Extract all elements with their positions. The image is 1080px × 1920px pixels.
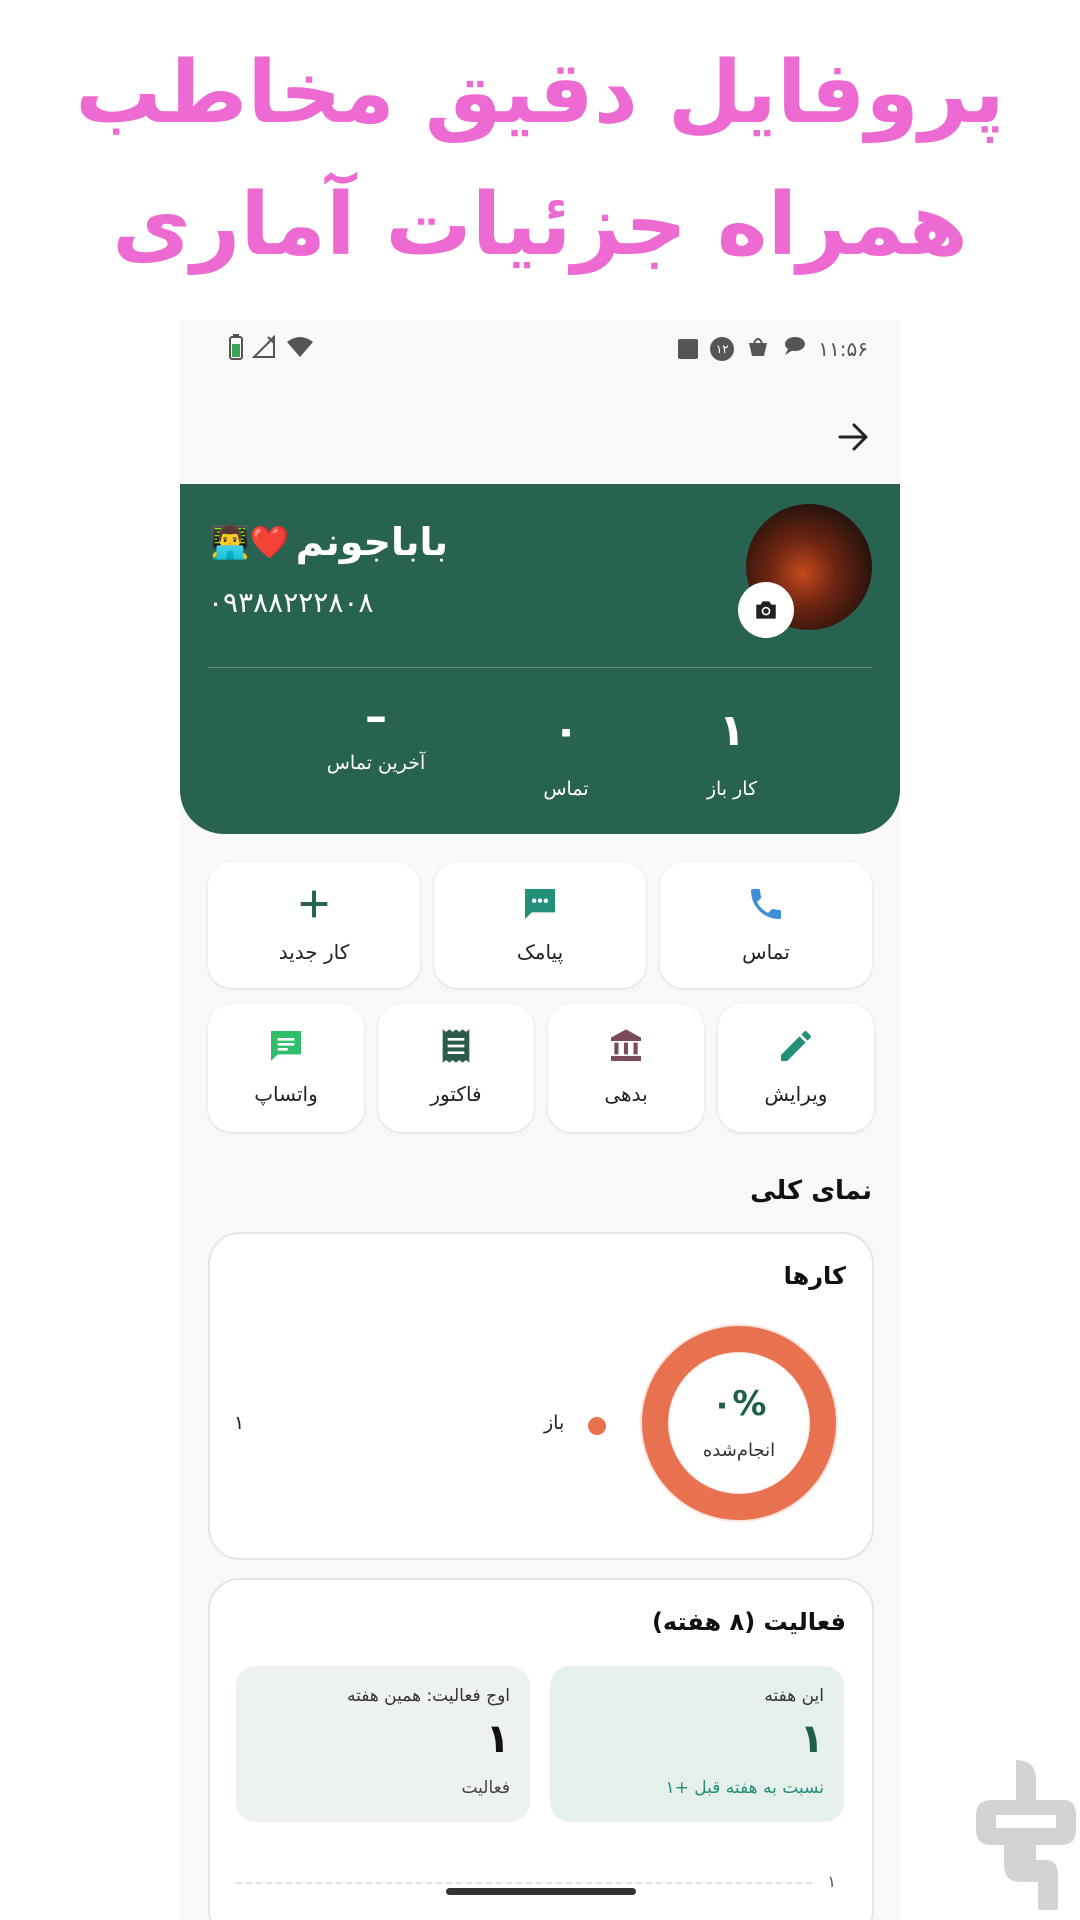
stat-calls: ۰ تماس [476, 705, 656, 801]
debt-button[interactable]: بدهی [548, 1004, 704, 1132]
receipt-icon [378, 1026, 534, 1070]
tasks-card: کارها ۰% انجام‌شده باز ۱ [208, 1232, 874, 1560]
peak-activity-title: اوج فعالیت: همین هفته [346, 1686, 510, 1706]
stat-value: ۰ [552, 705, 580, 756]
contact-header-card: باباجونم ❤️👨‍💻 ۰۹۳۸۸۲۲۲۸۰۸ ۱ کار باز ۰ ت… [180, 484, 900, 834]
stat-label: آخرین تماس [326, 752, 426, 774]
contact-name-row: باباجونم ❤️👨‍💻 [210, 520, 448, 564]
edit-button[interactable]: ویرایش [718, 1004, 874, 1132]
phone-screen: ۱۲ ۱۱:۵۶ باباجونم ❤️👨‍💻 ۰۹۳۸۸۲۲۲۸۰۸ [180, 320, 900, 1920]
whatsapp-icon [208, 1026, 364, 1070]
tasks-card-title: کارها [783, 1262, 846, 1290]
invoice-button-label: فاکتور [430, 1082, 482, 1106]
tasks-percent-label: انجام‌شده [702, 1440, 776, 1461]
activity-gridline [236, 1882, 812, 1884]
contact-name-emoji: ❤️👨‍💻 [210, 523, 290, 561]
status-icons-left [228, 334, 314, 365]
new-task-button-label: کار جدید [278, 940, 350, 964]
call-button[interactable]: تماس [660, 862, 872, 988]
wifi-icon [286, 336, 314, 363]
edit-button-label: ویرایش [764, 1082, 828, 1106]
sms-button-label: پیامک [516, 940, 564, 964]
debt-button-label: بدهی [604, 1082, 648, 1106]
overview-title: نمای کلی [750, 1176, 872, 1206]
legend-dot-open [588, 1417, 606, 1435]
status-bar: ۱۲ ۱۱:۵۶ [180, 320, 900, 380]
stop-icon [678, 338, 699, 359]
peak-activity-tile: اوج فعالیت: همین هفته ۱ فعالیت [236, 1666, 530, 1822]
plus-icon [208, 884, 420, 928]
whatsapp-button[interactable]: واتساپ [208, 1004, 364, 1132]
contact-name: باباجونم [295, 520, 449, 564]
whatsapp-button-label: واتساپ [254, 1082, 318, 1106]
stat-label: تماس [543, 778, 589, 800]
promo-title-line1: پروفایل دقیق مخاطب [75, 43, 1005, 143]
edit-icon [718, 1026, 874, 1070]
store-logo-icon [976, 1760, 1076, 1910]
phone-icon [660, 884, 872, 928]
activity-card: فعالیت (۸ هفته) این هفته ۱ نسبت به هفته … [208, 1578, 874, 1920]
header-divider [208, 667, 872, 668]
status-icons-right: ۱۲ ۱۱:۵۶ [678, 334, 868, 363]
contact-phone: ۰۹۳۸۸۲۲۲۸۰۸ [208, 586, 374, 619]
chat-icon [782, 335, 806, 362]
peak-activity-sub: فعالیت [461, 1778, 510, 1798]
camera-icon [756, 601, 776, 619]
this-week-value: ۱ [799, 1716, 824, 1762]
stat-last-call: – آخرین تماس [286, 691, 466, 775]
clock-time: ۱۱:۵۶ [818, 336, 868, 361]
back-arrow-icon[interactable] [836, 420, 870, 461]
legend-value-open: ۱ [234, 1412, 245, 1434]
no-signal-icon [251, 334, 278, 364]
this-week-title: این هفته [764, 1686, 824, 1706]
stat-value: ۱ [718, 705, 746, 756]
sms-button[interactable]: پیامک [434, 862, 646, 988]
battery-icon [228, 334, 244, 365]
legend-label-open: باز [544, 1412, 565, 1434]
stat-label: کار باز [706, 778, 758, 800]
peak-activity-value: ۱ [485, 1716, 510, 1762]
call-button-label: تماس [742, 940, 790, 964]
stat-value: – [365, 691, 387, 742]
home-indicator[interactable] [446, 1888, 636, 1895]
activity-card-title: فعالیت (۸ هفته) [651, 1608, 846, 1636]
camera-button[interactable] [738, 582, 794, 638]
new-task-button[interactable]: کار جدید [208, 862, 420, 988]
stat-open-tasks: ۱ کار باز [642, 705, 822, 801]
this-week-change: نسبت به هفته قبل +۱ [665, 1778, 824, 1798]
tasks-percent: ۰% [711, 1384, 767, 1424]
sms-icon [434, 884, 646, 928]
invoice-button[interactable]: فاکتور [378, 1004, 534, 1132]
top-app-bar [180, 380, 900, 485]
avatar[interactable] [738, 504, 872, 638]
promo-title-line2: همراه جزئیات آماری [112, 175, 968, 275]
shopping-bag-icon [746, 334, 770, 363]
this-week-tile: این هفته ۱ نسبت به هفته قبل +۱ [550, 1666, 844, 1822]
notification-count-badge: ۱۲ [710, 336, 735, 361]
bank-icon [548, 1026, 704, 1070]
activity-axis-label: ۱ [827, 1872, 836, 1891]
